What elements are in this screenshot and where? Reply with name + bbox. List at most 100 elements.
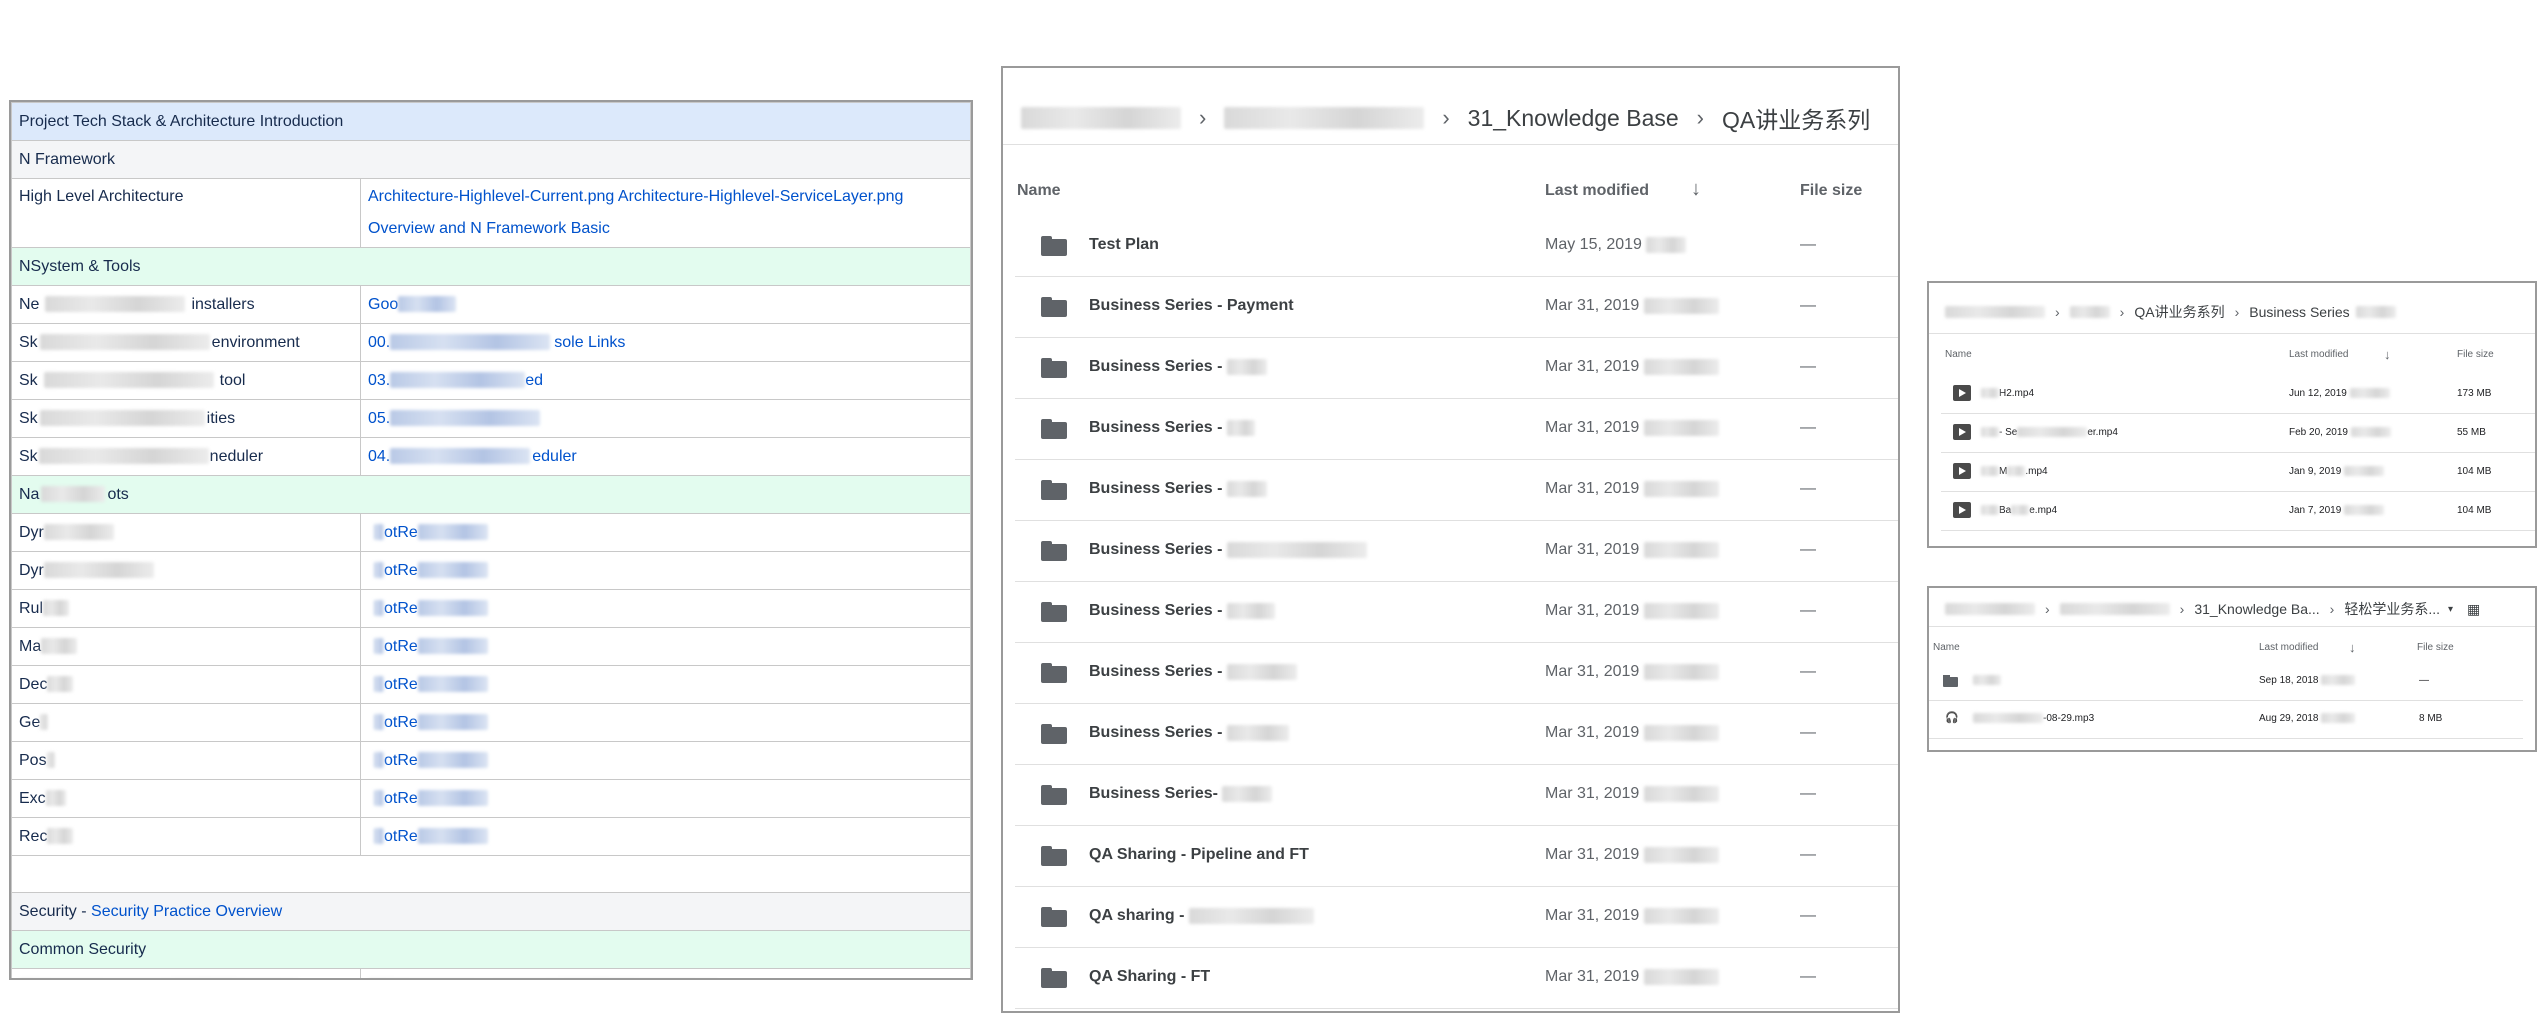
sort-arrow-down-icon[interactable]: ↓ <box>2349 640 2356 655</box>
list-item[interactable]: Business Series - Mar 31, 2019 — <box>1015 399 1898 460</box>
cell-text: Dec <box>19 675 48 693</box>
list-item[interactable]: Business Series - Mar 31, 2019 — <box>1015 460 1898 521</box>
tool-link[interactable]: 05. <box>368 410 390 427</box>
file-name: H2.mp4 <box>1981 388 2034 399</box>
redacted <box>417 752 488 769</box>
tool-link[interactable]: 04. <box>368 448 390 465</box>
list-item[interactable]: Business Series - Mar 31, 2019 — <box>1015 643 1898 704</box>
bot-link[interactable]: otRe <box>384 714 418 731</box>
list-item[interactable]: H2.mp4 Jun 12, 2019 173 MB <box>1941 375 2535 414</box>
file-name: Business Series - <box>1089 358 1267 376</box>
file-size: 104 MB <box>2457 505 2492 516</box>
bot-link[interactable]: otRe <box>384 828 418 845</box>
list-item[interactable]: Business Series - Mar 31, 2019 — <box>1015 521 1898 582</box>
redacted <box>1643 846 1719 863</box>
security-practice-link[interactable]: Security Practice Overview <box>91 903 282 920</box>
cell-text: Sk <box>19 409 38 427</box>
last-modified: Mar 31, 2019 <box>1545 663 1719 681</box>
tech-stack-table: Project Tech Stack & Architecture Introd… <box>11 102 971 978</box>
file-size: — <box>2419 675 2429 686</box>
redacted <box>2350 427 2391 438</box>
col-name[interactable]: Name <box>1017 182 1061 200</box>
redacted <box>1226 480 1267 497</box>
redacted <box>1973 675 2001 686</box>
file-name <box>1973 675 2001 686</box>
sort-arrow-down-icon[interactable]: ↓ <box>2384 347 2391 362</box>
breadcrumb-current[interactable]: 轻松学业务系... <box>2344 599 2440 619</box>
bot-link[interactable]: otRe <box>384 600 418 617</box>
file-size: — <box>1800 236 1816 253</box>
tool-link-text[interactable]: sole Links <box>554 334 625 351</box>
list-item[interactable]: 🎧 -08-29.mp3 Aug 29, 2018 8 MB <box>1929 700 2523 739</box>
tool-link[interactable]: 03. <box>368 372 390 389</box>
breadcrumb-current[interactable]: Business Series <box>2249 304 2349 320</box>
col-file-size[interactable]: File size <box>1800 182 1862 200</box>
list-item[interactable]: M .mp4 Jan 9, 2019 104 MB <box>1941 453 2535 492</box>
file-name: QA Sharing - FT <box>1089 968 1211 985</box>
col-name[interactable]: Name <box>1933 642 1960 653</box>
chevron-right-icon: › <box>2329 601 2335 617</box>
sort-arrow-down-icon[interactable]: ↓ <box>1691 178 1701 201</box>
breadcrumb-item[interactable]: 31_Knowledge Ba... <box>2194 601 2319 617</box>
tool-link-text[interactable]: ed <box>525 372 543 389</box>
table-row: Dyr otRe <box>11 513 971 552</box>
grid-view-icon[interactable]: ▦ <box>2467 601 2480 618</box>
list-item[interactable]: Business Series- Mar 31, 2019 — <box>1015 765 1898 826</box>
bot-link[interactable]: otRe <box>384 752 418 769</box>
section-common-security: Common Security <box>11 930 971 969</box>
col-last-modified[interactable]: Last modified <box>2259 642 2318 653</box>
list-item[interactable]: Business Series - Mar 31, 2019 — <box>1015 704 1898 765</box>
redacted <box>1226 602 1275 619</box>
redacted <box>1643 297 1719 314</box>
redacted <box>1643 907 1719 924</box>
list-item[interactable]: Business Series - Mar 31, 2019 — <box>1015 582 1898 643</box>
redacted <box>1224 107 1425 129</box>
col-file-size[interactable]: File size <box>2417 642 2454 653</box>
breadcrumb-item[interactable]: 31_Knowledge Base <box>1468 105 1679 132</box>
divider <box>1003 144 1898 145</box>
list-item[interactable]: Sep 18, 2018 — <box>1929 662 2523 701</box>
bot-link[interactable]: otRe <box>384 562 418 579</box>
bot-link[interactable]: otRe <box>384 676 418 693</box>
tool-link[interactable]: Goo <box>368 296 398 313</box>
redacted <box>1973 713 2043 724</box>
arch-current-link[interactable]: Architecture-Highlevel-Current.png <box>368 188 614 205</box>
cell-text: Sk <box>19 333 38 351</box>
breadcrumb: › › 31_Knowledge Base › QA讲业务系列 <box>1021 98 1870 138</box>
bot-link[interactable]: otRe <box>384 790 418 807</box>
cell-text: Ge <box>19 713 41 731</box>
cell-text: Ne <box>19 295 40 313</box>
folder-icon <box>1041 358 1067 378</box>
arch-servicelayer-link[interactable]: Architecture-Highlevel-ServiceLayer.png <box>618 188 903 205</box>
tool-link-text[interactable]: eduler <box>532 448 576 465</box>
file-name: QA sharing - <box>1089 907 1314 925</box>
list-item[interactable]: Test Plan May 15, 2019 — <box>1015 216 1898 277</box>
file-size: — <box>1800 968 1816 985</box>
list-item[interactable]: - Se er.mp4 Feb 20, 2019 55 MB <box>1941 414 2535 453</box>
breadcrumb-item[interactable]: QA讲业务系列 <box>2134 302 2224 322</box>
framework-overview-link[interactable]: Overview and N Framework Basic <box>368 220 610 237</box>
list-item[interactable]: Business Series - Payment Mar 31, 2019 — <box>1015 277 1898 338</box>
breadcrumb-current[interactable]: QA讲业务系列 <box>1722 101 1870 135</box>
tool-link[interactable]: 00. <box>368 334 390 351</box>
col-last-modified[interactable]: Last modified <box>1545 182 1649 200</box>
list-item[interactable]: QA Sharing - Pipeline and FT Mar 31, 2019… <box>1015 826 1898 887</box>
list-item[interactable]: QA sharing - Mar 31, 2019 — <box>1015 887 1898 948</box>
redacted <box>2344 466 2385 477</box>
bot-link[interactable]: otRe <box>384 638 418 655</box>
file-size: — <box>1800 541 1816 558</box>
redacted <box>417 790 488 807</box>
chevron-down-icon[interactable]: ▾ <box>2448 604 2453 615</box>
list-item[interactable]: Ba e.mp4 Jan 7, 2019 104 MB <box>1941 492 2535 531</box>
list-item[interactable]: QA Sharing - FT Mar 31, 2019 — <box>1015 948 1898 1009</box>
last-modified: Mar 31, 2019 <box>1545 968 1719 986</box>
last-modified: Mar 31, 2019 <box>1545 907 1719 925</box>
col-name[interactable]: Name <box>1945 349 1972 360</box>
list-item[interactable]: Business Series - Mar 31, 2019 — <box>1015 338 1898 399</box>
col-last-modified[interactable]: Last modified <box>2289 349 2348 360</box>
col-file-size[interactable]: File size <box>2457 349 2494 360</box>
redacted <box>1643 480 1719 497</box>
bot-link[interactable]: otRe <box>384 524 418 541</box>
file-size: — <box>1800 724 1816 741</box>
redacted <box>1226 419 1255 436</box>
